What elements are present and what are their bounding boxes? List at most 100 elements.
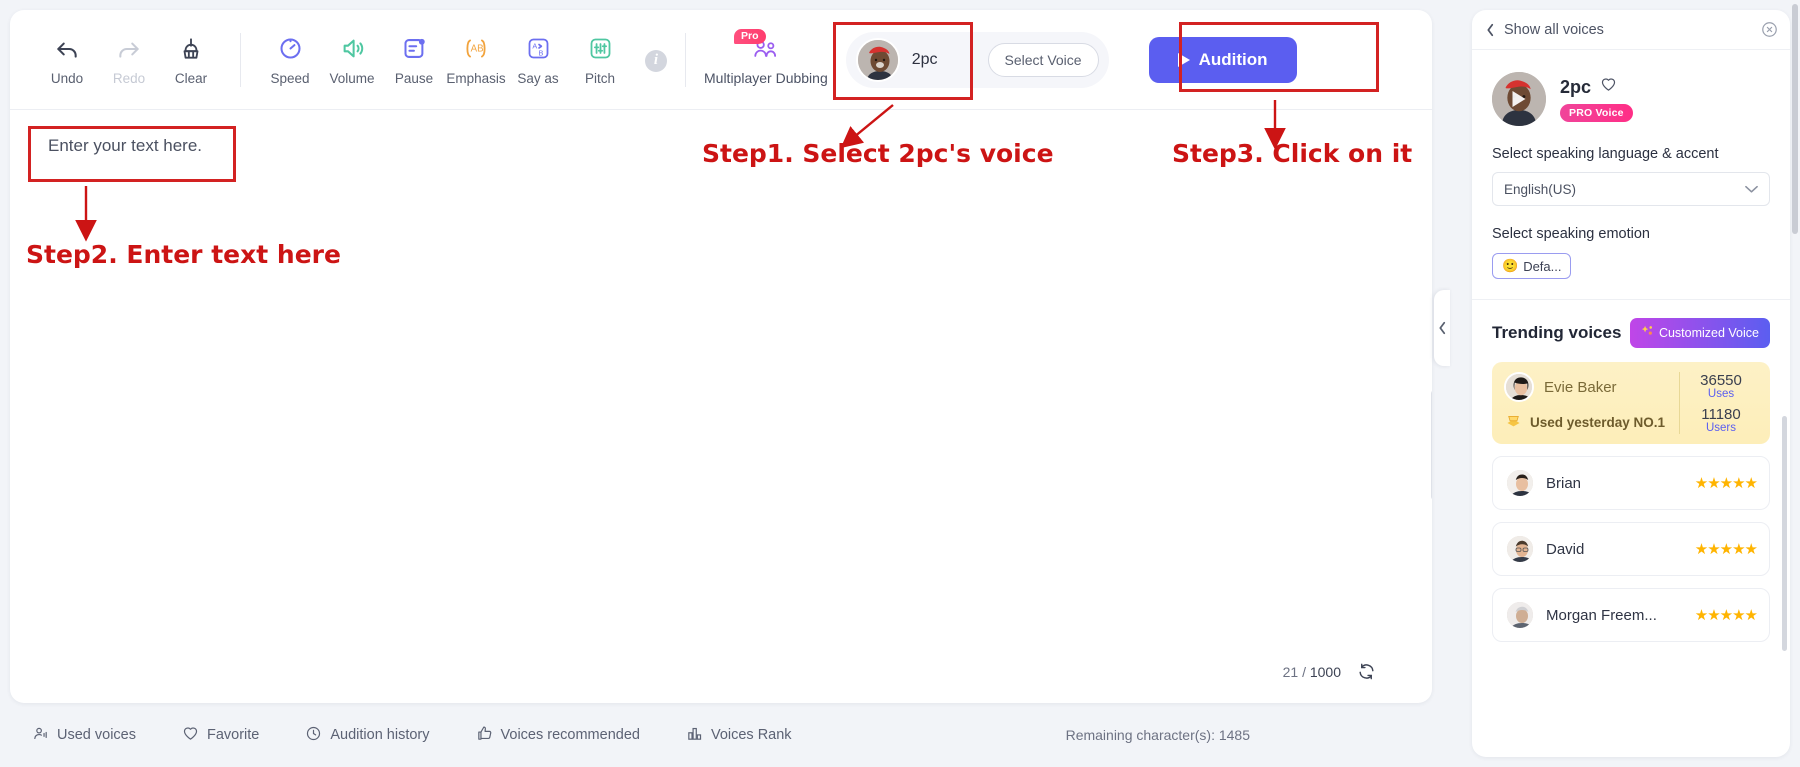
pause-icon bbox=[401, 34, 428, 64]
smile-emoji-icon: 🙂 bbox=[1502, 258, 1519, 273]
toolbar-button-emphasis[interactable]: AB Emphasis bbox=[445, 34, 507, 86]
toolbar-button-clear[interactable]: Clear bbox=[160, 34, 222, 86]
audition-button-label: Audition bbox=[1198, 49, 1268, 69]
redo-icon bbox=[116, 34, 142, 64]
page-scrollbar[interactable] bbox=[1792, 4, 1798, 763]
page-scrollbar-thumb[interactable] bbox=[1792, 4, 1798, 234]
toolbar-button-redo[interactable]: Redo bbox=[98, 34, 160, 86]
toolbar-button-pitch[interactable]: Pitch bbox=[569, 34, 631, 86]
toolbar-button-volume[interactable]: Volume bbox=[321, 34, 383, 86]
avatar bbox=[1505, 468, 1535, 498]
footer-item-used-voices[interactable]: Used voices bbox=[32, 725, 136, 746]
voice-selector-area: 2pc Select Voice bbox=[845, 31, 1109, 88]
close-icon[interactable] bbox=[1761, 21, 1778, 43]
editor-text[interactable]: Enter your text here. bbox=[48, 136, 202, 156]
rating-stars: ★★★★★ bbox=[1694, 607, 1758, 624]
customized-voice-button[interactable]: Customized Voice bbox=[1629, 318, 1770, 348]
editor-scrollbar[interactable] bbox=[1431, 390, 1432, 500]
say-as-icon: A B bbox=[525, 34, 552, 64]
speedometer-icon bbox=[277, 34, 304, 64]
favorite-heart-icon[interactable] bbox=[1600, 76, 1617, 98]
emotion-chip-default[interactable]: 🙂 Defa... bbox=[1492, 253, 1572, 279]
panel-collapse-handle[interactable] bbox=[1434, 290, 1450, 366]
select-voice-button[interactable]: Select Voice bbox=[987, 42, 1099, 77]
featured-subtitle-line: Used yesterday NO.1 bbox=[1504, 410, 1675, 434]
footer-label-voices-rank: Voices Rank bbox=[710, 727, 792, 743]
voice-name-line: 2pc bbox=[1560, 76, 1633, 98]
sparkle-icon bbox=[1641, 325, 1654, 341]
emotion-chip-label: Defa... bbox=[1523, 258, 1562, 274]
trending-voice-featured[interactable]: Evie Baker Used yesterday NO.1 36550 Use… bbox=[1492, 362, 1770, 444]
voice-header: 2pc PRO Voice bbox=[1492, 72, 1770, 126]
featured-users-label: Users bbox=[1705, 422, 1737, 434]
toolbar-button-say-as[interactable]: A B Say as bbox=[507, 34, 569, 86]
trending-header: Trending voices Customized Voice bbox=[1492, 318, 1770, 348]
avatar bbox=[1505, 600, 1535, 630]
customized-voice-label: Customized Voice bbox=[1658, 326, 1759, 340]
refresh-icon[interactable] bbox=[1357, 662, 1376, 681]
toolbar-label-pause: Pause bbox=[394, 70, 434, 86]
annotation-step3: Step3. Click on it bbox=[1172, 139, 1413, 168]
toolbar-label-say-as: Say as bbox=[517, 70, 559, 86]
emotion-section-label: Select speaking emotion bbox=[1492, 226, 1650, 242]
voice-detail-panel: Show all voices 2pc PRO Voice Select spe… bbox=[1472, 10, 1790, 757]
avatar bbox=[1504, 372, 1534, 402]
heart-icon bbox=[182, 725, 199, 746]
panel-divider bbox=[1472, 299, 1790, 300]
trending-voice-list: Evie Baker Used yesterday NO.1 36550 Use… bbox=[1492, 362, 1770, 642]
footer-label-favorite: Favorite bbox=[206, 727, 260, 743]
voice-item-left: Brian bbox=[1505, 468, 1581, 498]
pitch-icon bbox=[587, 34, 614, 64]
toolbar-button-multiplayer-dubbing[interactable]: Pro Multiplayer Dubbing bbox=[704, 29, 828, 86]
pro-badge: Pro bbox=[734, 29, 766, 44]
toolbar-button-pause[interactable]: Pause bbox=[383, 34, 445, 86]
featured-users-value: 11180 bbox=[1701, 406, 1741, 423]
featured-divider bbox=[1679, 372, 1680, 434]
toolbar-label-volume: Volume bbox=[329, 70, 375, 86]
emphasis-icon: AB bbox=[462, 34, 490, 64]
voice-item-left: Morgan Freem... bbox=[1505, 600, 1657, 630]
trending-title: Trending voices bbox=[1492, 323, 1622, 342]
svg-text:B: B bbox=[538, 48, 543, 57]
footer-bar: Used voices Favorite Audition history Vo… bbox=[10, 712, 1432, 758]
show-all-voices-label: Show all voices bbox=[1504, 21, 1604, 38]
voice-list-item[interactable]: Brian ★★★★★ bbox=[1492, 456, 1770, 510]
footer-label-audition-history: Audition history bbox=[330, 727, 430, 743]
remaining-characters: Remaining character(s): 1485 bbox=[1065, 727, 1250, 743]
svg-text:AB: AB bbox=[471, 44, 484, 55]
footer-item-voices-rank[interactable]: Voices Rank bbox=[686, 725, 792, 746]
audition-button[interactable]: Audition bbox=[1148, 36, 1297, 83]
person-voice-icon bbox=[32, 725, 49, 746]
avatar bbox=[855, 37, 900, 82]
char-separator: / bbox=[1302, 663, 1306, 680]
show-all-voices-button[interactable]: Show all voices bbox=[1486, 22, 1604, 38]
toolbar-button-speed[interactable]: Speed bbox=[259, 34, 321, 86]
selected-voice-chip[interactable]: 2pc bbox=[852, 37, 954, 82]
pro-voice-badge: PRO Voice bbox=[1560, 104, 1633, 122]
footer-item-audition-history[interactable]: Audition history bbox=[305, 725, 430, 746]
voice-item-name: Brian bbox=[1546, 474, 1582, 492]
voice-avatar[interactable] bbox=[1492, 72, 1546, 126]
info-icon[interactable]: i bbox=[645, 49, 667, 72]
panel-scrollbar[interactable] bbox=[1782, 416, 1787, 651]
featured-name-line: Evie Baker bbox=[1504, 372, 1675, 402]
language-select[interactable]: English(US) bbox=[1492, 172, 1770, 206]
footer-label-used-voices: Used voices bbox=[57, 727, 136, 743]
toolbar-button-undo[interactable]: Undo bbox=[36, 34, 98, 86]
character-counter: 21 / 1000 bbox=[1283, 662, 1376, 681]
footer-item-favorite[interactable]: Favorite bbox=[182, 725, 259, 746]
main-editor-card: Undo Redo Clear Speed Volume Pause AB Em… bbox=[10, 10, 1432, 703]
voice-list-item[interactable]: David ★★★★★ bbox=[1492, 522, 1770, 576]
voice-item-left: David bbox=[1505, 534, 1584, 564]
undo-icon bbox=[54, 34, 80, 64]
featured-uses-label: Uses bbox=[1707, 388, 1735, 400]
featured-left: Evie Baker Used yesterday NO.1 bbox=[1504, 372, 1675, 434]
toolbar-label-multiplayer-dubbing: Multiplayer Dubbing bbox=[704, 70, 828, 86]
text-editor[interactable]: Enter your text here. 21 / 1000 bbox=[10, 110, 1432, 703]
voice-list-item[interactable]: Morgan Freem... ★★★★★ bbox=[1492, 588, 1770, 642]
footer-item-voices-recommended[interactable]: Voices recommended bbox=[476, 725, 640, 746]
featured-content: Evie Baker Used yesterday NO.1 36550 Use… bbox=[1504, 372, 1758, 434]
chevron-down-icon bbox=[1745, 182, 1758, 197]
featured-stats: 36550 Uses 11180 Users bbox=[1684, 372, 1758, 434]
toolbar-divider-1 bbox=[240, 32, 241, 87]
